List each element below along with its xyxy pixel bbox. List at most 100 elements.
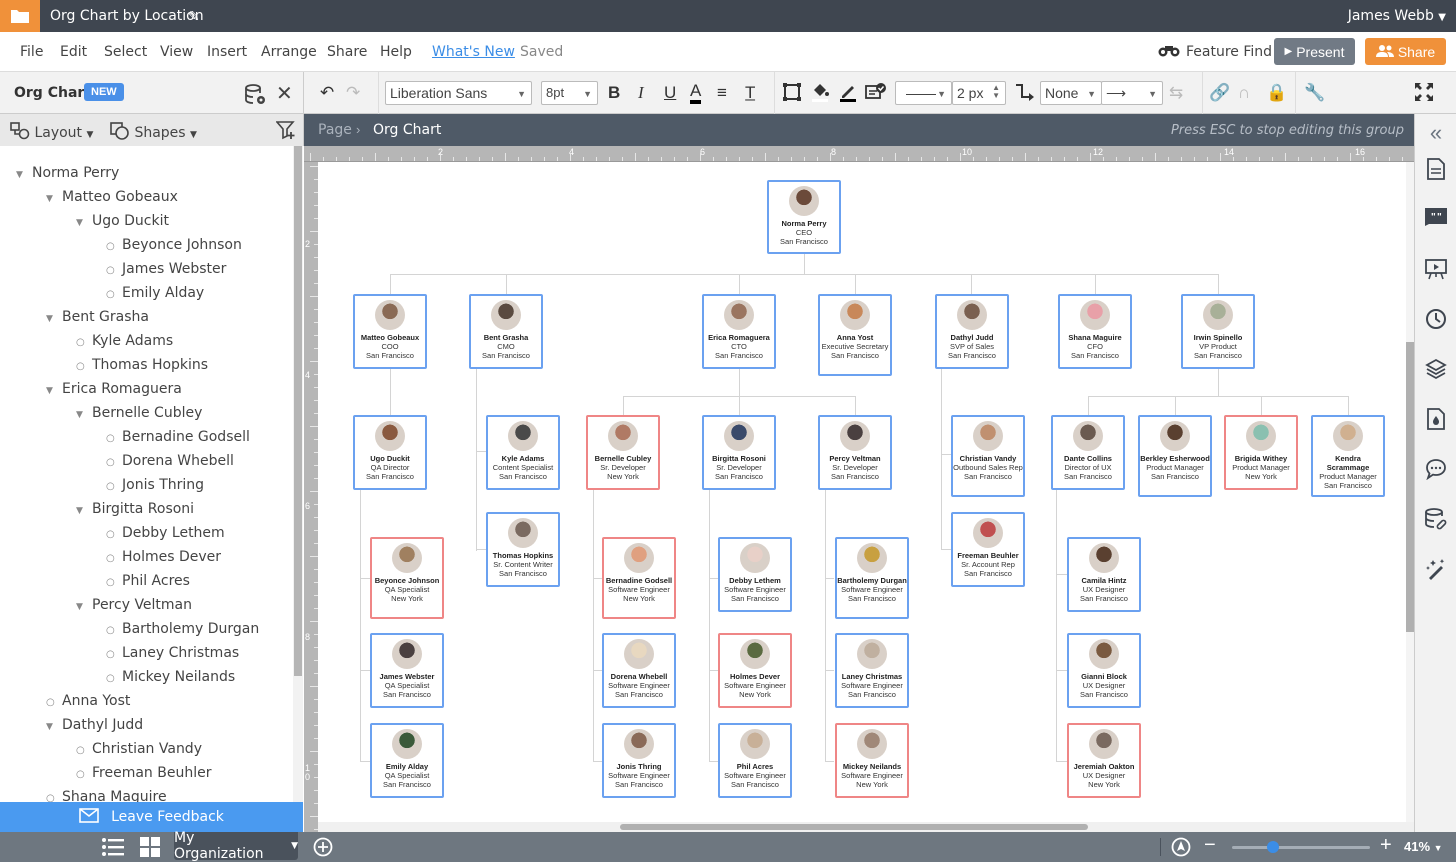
share-button[interactable]: Share — [1365, 38, 1446, 65]
fill-color-icon[interactable] — [810, 82, 830, 108]
navigate-compass-icon[interactable] — [1171, 837, 1191, 862]
tree-item[interactable]: ○ Bernadine Godsell — [106, 429, 250, 445]
org-card[interactable]: Ugo Duckit QA Director San Francisco — [353, 415, 427, 490]
tree-item[interactable]: ▼ Norma Perry — [16, 165, 119, 181]
tree-item[interactable]: ○ Holmes Dever — [106, 549, 221, 565]
conditional-format-icon[interactable] — [865, 82, 887, 108]
org-card[interactable]: Anna Yost Executive Secretary San Francisc… — [818, 294, 892, 376]
grid-view-icon[interactable] — [140, 837, 160, 862]
quote-icon[interactable]: " " — [1415, 208, 1456, 231]
stepper-icon[interactable]: ▲ ▼ — [992, 84, 1000, 100]
org-card[interactable]: Kyle Adams Content Specialist San Francisc… — [486, 415, 560, 490]
org-card[interactable]: Kendra Scrammage Product Manager San Franc… — [1311, 415, 1385, 497]
tree-item[interactable]: ○ Laney Christmas — [106, 645, 239, 661]
menu-share[interactable]: Share — [327, 44, 367, 60]
pencil-icon[interactable]: ✎ — [188, 8, 200, 25]
shape-border-icon[interactable] — [782, 82, 802, 108]
expand-triangle-icon[interactable]: ▼ — [46, 194, 58, 204]
tree-item[interactable]: ○ Phil Acres — [106, 573, 190, 589]
org-card[interactable]: Bent Grasha CMO San Francisco — [469, 294, 543, 369]
vertical-scrollbar-thumb[interactable] — [1406, 342, 1414, 632]
menu-insert[interactable]: Insert — [207, 44, 247, 60]
redo-icon[interactable]: ↷ — [346, 82, 360, 104]
org-card[interactable]: Jonis Thring Software Engineer San Francis… — [602, 723, 676, 798]
org-card[interactable]: Dorena Whebell Software Engineer San Franc… — [602, 633, 676, 708]
shapes-menu[interactable]: Shapes ▼ — [110, 122, 197, 141]
menu-select[interactable]: Select — [104, 44, 147, 60]
filter-add-icon[interactable] — [275, 120, 296, 144]
line-width-input[interactable]: 2 px ▲ ▼ — [952, 81, 1006, 105]
expand-triangle-icon[interactable]: ▼ — [76, 410, 88, 420]
menu-arrange[interactable]: Arrange — [261, 44, 317, 60]
zoom-in-icon[interactable]: + — [1380, 834, 1392, 857]
data-settings-icon[interactable] — [245, 84, 267, 111]
org-card[interactable]: Jeremiah Oakton UX Designer New York — [1067, 723, 1141, 798]
menu-edit[interactable]: Edit — [60, 44, 87, 60]
tree-item[interactable]: ▼ Ugo Duckit — [76, 213, 169, 229]
fullscreen-icon[interactable] — [1414, 82, 1434, 108]
tree-item[interactable]: ▼ Bernelle Cubley — [76, 405, 202, 421]
menu-help[interactable]: Help — [380, 44, 412, 60]
bold-icon[interactable]: B — [608, 82, 620, 104]
org-card[interactable]: Freeman Beuhler Sr. Account Rep San Franci… — [951, 512, 1025, 587]
org-card[interactable]: Laney Christmas Software Engineer San Fran… — [835, 633, 909, 708]
diagram-canvas[interactable]: Norma Perry CEO San Francisco Matteo Gobeau… — [318, 162, 1406, 822]
tree-scrollbar-thumb[interactable] — [294, 146, 302, 676]
org-card[interactable]: Berkley Esherwood Product Manager San Fran… — [1138, 415, 1212, 497]
tree-item[interactable]: ○ James Webster — [106, 261, 226, 277]
tree-item[interactable]: ▼ Birgitta Rosoni — [76, 501, 194, 517]
organization-selector[interactable]: My Organization ▼ — [174, 830, 298, 862]
swap-arrows-icon[interactable]: ⇆ — [1169, 82, 1183, 104]
org-card[interactable]: Emily Alday QA Specialist San Francisco — [370, 723, 444, 798]
horizontal-scrollbar-thumb[interactable] — [620, 824, 1088, 830]
folder-icon[interactable] — [0, 0, 40, 32]
tree-item[interactable]: ▼ Erica Romaguera — [46, 381, 182, 397]
org-card[interactable]: Gianni Block UX Designer San Francisco — [1067, 633, 1141, 708]
org-card[interactable]: Camila Hintz UX Designer San Francisco — [1067, 537, 1141, 612]
expand-triangle-icon[interactable]: ▼ — [76, 506, 88, 516]
presentation-icon[interactable] — [1415, 258, 1456, 285]
org-card[interactable]: Bartholemy Durgan Software Engineer San Fr… — [835, 537, 909, 619]
tree-item[interactable]: ○ Debby Lethem — [106, 525, 225, 541]
org-card[interactable]: Christian Vandy Outbound Sales Rep San Fra… — [951, 415, 1025, 497]
zoom-slider[interactable] — [1232, 846, 1370, 849]
whats-new-link[interactable]: What's New — [432, 44, 515, 60]
horizontal-scrollbar[interactable] — [318, 822, 1414, 832]
org-card[interactable]: Mickey Neilands Software Engineer New York — [835, 723, 909, 798]
org-card[interactable]: Birgitta Rosoni Sr. Developer San Francisc… — [702, 415, 776, 490]
org-card[interactable]: Erica Romaguera CTO San Francisco — [702, 294, 776, 369]
vertical-scrollbar[interactable] — [1406, 162, 1414, 822]
lock-icon[interactable]: 🔒 — [1266, 82, 1287, 104]
expand-triangle-icon[interactable]: ▼ — [16, 170, 28, 180]
tree-item[interactable]: ▼ Matteo Gobeaux — [46, 189, 178, 205]
history-clock-icon[interactable] — [1415, 308, 1456, 335]
feature-find-button[interactable]: Feature Find — [1158, 43, 1272, 61]
undo-icon[interactable]: ↶ — [320, 82, 334, 104]
menu-view[interactable]: View — [160, 44, 193, 60]
tree-item[interactable]: ○ Bartholemy Durgan — [106, 621, 259, 637]
leave-feedback-button[interactable]: Leave Feedback — [0, 802, 303, 832]
present-button[interactable]: ▶ Present — [1274, 38, 1355, 65]
wrench-icon[interactable]: 🔧 — [1304, 82, 1325, 104]
tree-item[interactable]: ○ Beyonce Johnson — [106, 237, 242, 253]
org-card[interactable]: Brigida Withey Product Manager New York — [1224, 415, 1298, 490]
org-card[interactable]: Dathyl Judd SVP of Sales San Francisco — [935, 294, 1009, 369]
text-options-icon[interactable]: T̲ — [745, 82, 755, 104]
tree-item[interactable]: ○ Kyle Adams — [76, 333, 173, 349]
line-style-select[interactable]: ▼ — [895, 81, 952, 105]
page-settings-icon[interactable] — [1415, 158, 1456, 185]
expand-triangle-icon[interactable]: ▼ — [76, 602, 88, 612]
tree-item[interactable]: ○ Christian Vandy — [76, 741, 202, 757]
org-card[interactable]: James Webster QA Specialist San Francisco — [370, 633, 444, 708]
breadcrumb-page[interactable]: Page — [318, 122, 352, 138]
connector-style-icon[interactable] — [1013, 82, 1035, 108]
tree-item[interactable]: ▼ Dathyl Judd — [46, 717, 143, 733]
data-linking-icon[interactable] — [1415, 508, 1456, 535]
org-card[interactable]: Shana Maguire CFO San Francisco — [1058, 294, 1132, 369]
list-view-icon[interactable] — [102, 837, 124, 862]
org-card[interactable]: Holmes Dever Software Engineer New York — [718, 633, 792, 708]
org-card[interactable]: Thomas Hopkins Sr. Content Writer San Fran… — [486, 512, 560, 587]
expand-triangle-icon[interactable]: ▼ — [46, 314, 58, 324]
tree-item[interactable]: ○ Anna Yost — [46, 693, 130, 709]
tree-item[interactable]: ○ Dorena Whebell — [106, 453, 234, 469]
